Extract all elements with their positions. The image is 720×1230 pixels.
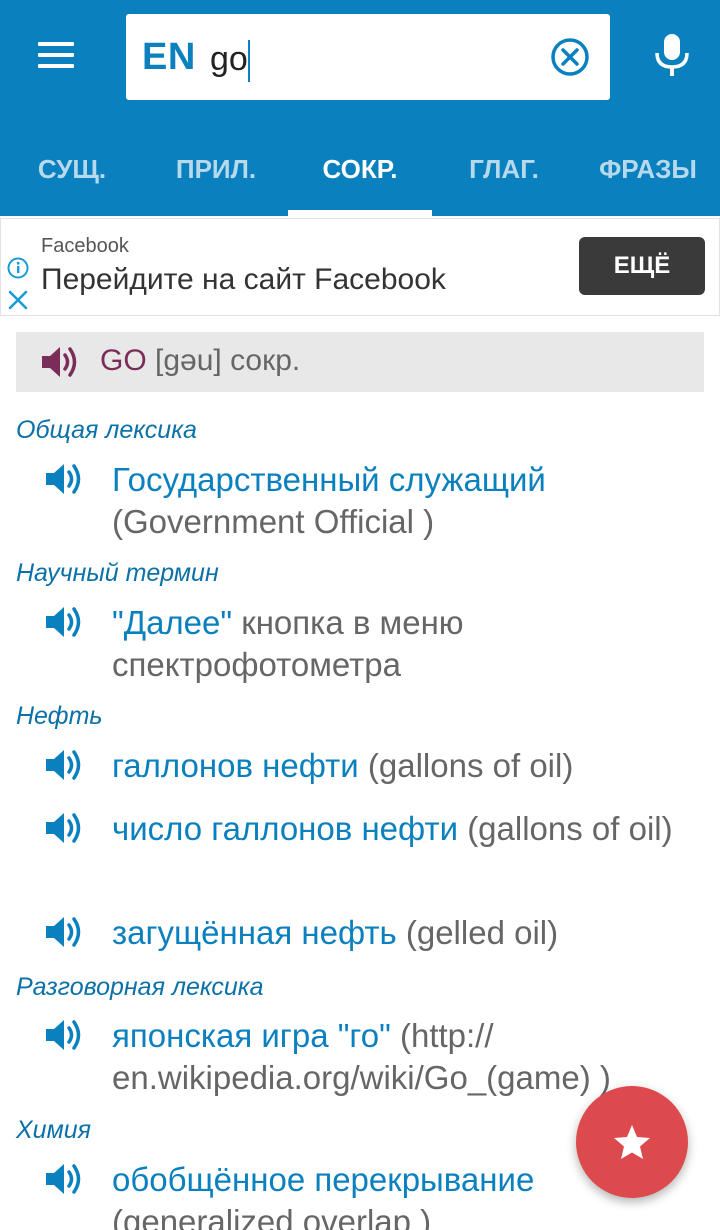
tab-verbs[interactable]: ГЛАГ. [432,140,576,216]
tab-adjectives[interactable]: ПРИЛ. [144,140,288,216]
active-tab-indicator [288,210,432,216]
clear-icon[interactable] [550,37,590,77]
entry-text: Государственный служащий (Government Off… [112,459,692,543]
speaker-icon[interactable] [44,747,84,783]
entry-term[interactable]: "Далее" [112,604,232,641]
close-icon[interactable] [7,289,29,311]
category-science: Научный термин [16,559,219,587]
entry-term[interactable]: японская игра "го" [112,1017,391,1054]
entry-note: (Government Official ) [112,503,435,540]
ad-text[interactable]: Перейдите на сайт Facebook [41,263,446,297]
language-selector[interactable]: EN [142,36,196,79]
entry-text: число галлонов нефти (gallons of oil) [112,808,692,850]
speaker-icon[interactable] [44,1161,84,1197]
entry-note: (gallons of oil) [367,747,574,784]
speaker-icon[interactable] [40,344,80,380]
tab-phrases[interactable]: ФРАЗЫ [576,140,720,216]
ad-banner[interactable]: Facebook Перейдите на сайт Facebook ЕЩЁ [0,218,720,316]
favorite-button[interactable] [576,1086,688,1198]
category-oil: Нефть [16,702,103,730]
entry-term[interactable]: Государственный служащий [112,461,546,498]
headword-text: GO [ɡəu] сокр. [100,344,300,378]
speaker-icon[interactable] [44,810,84,846]
speaker-icon[interactable] [44,1017,84,1053]
entry-note: (generalized overlap ) [112,1203,432,1230]
category-colloquial: Разговорная лексика [16,973,264,1001]
text-caret [248,40,250,82]
entry-text: "Далее" кнопка в меню спектрофотометра [112,602,692,686]
tab-bar: СУЩ. ПРИЛ. СОКР. ГЛАГ. ФРАЗЫ [0,140,720,216]
app-bar: EN go СУЩ. ПРИЛ. СОКР. ГЛАГ. ФРАЗЫ [0,0,720,216]
entry-text: японская игра "го" (http:// en.wikipedia… [112,1015,692,1099]
entry-term[interactable]: загущённая нефть [112,914,397,951]
entry-text: галлонов нефти (gallons of oil) [112,745,692,787]
entry-note: (gelled oil) [405,914,559,951]
entry-term[interactable]: галлонов нефти [112,747,359,784]
speaker-icon[interactable] [44,914,84,950]
tab-nouns[interactable]: СУЩ. [0,140,144,216]
speaker-icon[interactable] [44,604,84,640]
search-input[interactable]: go [210,40,248,79]
tab-abbreviations[interactable]: СОКР. [288,140,432,216]
entry-term[interactable]: обобщённое перекрывание [112,1161,534,1198]
speaker-icon[interactable] [44,461,84,497]
search-box[interactable]: EN go [126,14,610,100]
transcription: [ɡəu] [155,344,222,377]
category-general: Общая лексика [16,416,197,444]
part-of-speech: сокр. [230,344,301,377]
mic-icon[interactable] [652,32,692,78]
ad-source: Facebook [41,235,129,257]
headword: GO [100,344,147,377]
info-icon[interactable] [7,257,29,279]
menu-icon[interactable] [36,40,76,70]
headword-bar: GO [ɡəu] сокр. [16,332,704,392]
entry-text: загущённая нефть (gelled oil) [112,912,692,954]
entry-note: (gallons of oil) [467,810,673,847]
category-chemistry: Химия [16,1116,91,1144]
star-icon [614,1125,650,1159]
entry-term[interactable]: число галлонов нефти [112,810,458,847]
ad-more-button[interactable]: ЕЩЁ [579,237,705,295]
